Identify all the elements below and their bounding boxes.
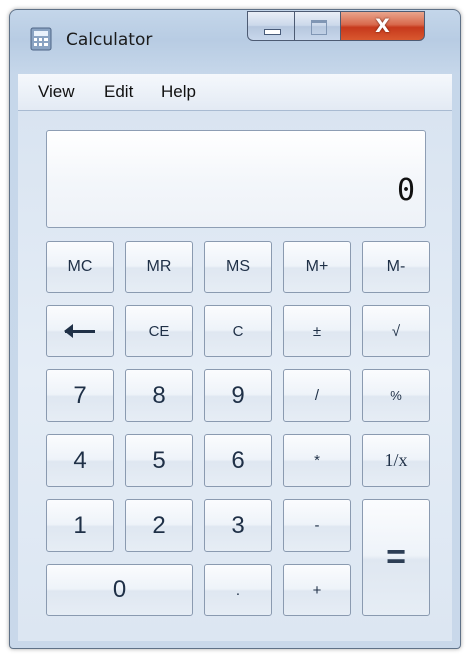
add-button[interactable]: + xyxy=(283,564,351,616)
key-label: 5 xyxy=(152,446,166,474)
digit-0-button[interactable]: 0 xyxy=(46,564,193,616)
key-label: ± xyxy=(312,322,322,340)
decimal-button[interactable]: . xyxy=(204,564,272,616)
key-label: 0 xyxy=(112,576,127,603)
window-title: Calculator xyxy=(66,30,153,50)
key-label: 4 xyxy=(73,446,87,474)
key-label: + xyxy=(312,581,322,599)
key-label: 9 xyxy=(231,381,245,409)
digit-1-button[interactable]: 1 xyxy=(46,499,114,552)
percent-button[interactable]: % xyxy=(362,369,430,422)
divide-button[interactable]: / xyxy=(283,369,351,422)
key-label: % xyxy=(390,388,402,403)
backspace-button[interactable] xyxy=(46,305,114,357)
key-label: 2 xyxy=(152,511,166,539)
digit-6-button[interactable]: 6 xyxy=(204,434,272,487)
key-label: MC xyxy=(67,258,93,275)
key-label: 3 xyxy=(231,511,245,539)
subtract-button[interactable]: - xyxy=(283,499,351,552)
digit-9-button[interactable]: 9 xyxy=(204,369,272,422)
key-label: C xyxy=(232,322,244,340)
clear-button[interactable]: C xyxy=(204,305,272,357)
result-display: 0 xyxy=(46,130,426,228)
calculator-body: 0 MC MR MS M+ M- CE C ± √ 7 8 9 / % 4 5 … xyxy=(18,111,452,641)
minimize-icon xyxy=(264,29,281,35)
key-label: M+ xyxy=(305,258,329,275)
key-label: * xyxy=(314,452,320,469)
negate-button[interactable]: ± xyxy=(283,305,351,357)
key-label: M- xyxy=(386,258,406,275)
memory-recall-button[interactable]: MR xyxy=(125,241,193,293)
key-label: . xyxy=(235,581,241,599)
clear-entry-button[interactable]: CE xyxy=(125,305,193,357)
maximize-button[interactable] xyxy=(294,11,341,41)
key-label: 8 xyxy=(152,381,166,409)
multiply-button[interactable]: * xyxy=(283,434,351,487)
memory-subtract-button[interactable]: M- xyxy=(362,241,430,293)
digit-5-button[interactable]: 5 xyxy=(125,434,193,487)
close-icon: X xyxy=(375,15,390,37)
equals-button[interactable]: = xyxy=(362,499,430,616)
display-value: 0 xyxy=(396,173,415,208)
digit-3-button[interactable]: 3 xyxy=(204,499,272,552)
key-label: MS xyxy=(226,258,250,275)
key-label: / xyxy=(314,387,320,404)
key-label: = xyxy=(386,538,406,576)
maximize-icon xyxy=(311,20,327,35)
key-label: √ xyxy=(391,322,401,340)
menu-view[interactable]: View xyxy=(38,82,75,102)
backspace-arrow-icon xyxy=(64,323,95,338)
key-label: - xyxy=(314,517,320,534)
digit-4-button[interactable]: 4 xyxy=(46,434,114,487)
memory-add-button[interactable]: M+ xyxy=(283,241,351,293)
memory-clear-button[interactable]: MC xyxy=(46,241,114,293)
digit-8-button[interactable]: 8 xyxy=(125,369,193,422)
key-label: 6 xyxy=(231,446,245,474)
key-label: 1/x xyxy=(384,450,408,470)
calculator-icon xyxy=(30,27,52,51)
key-label: CE xyxy=(148,322,170,340)
menu-edit[interactable]: Edit xyxy=(104,82,133,102)
close-button[interactable]: X xyxy=(340,11,425,41)
key-label: 1 xyxy=(73,511,87,539)
key-label: 7 xyxy=(73,381,87,409)
menu-bar: View Edit Help xyxy=(18,74,452,111)
calculator-window: Calculator X View Edit Help 0 MC MR MS M… xyxy=(9,9,461,649)
menu-help[interactable]: Help xyxy=(161,82,196,102)
minimize-button[interactable] xyxy=(247,11,295,41)
memory-store-button[interactable]: MS xyxy=(204,241,272,293)
key-label: MR xyxy=(146,258,172,275)
digit-7-button[interactable]: 7 xyxy=(46,369,114,422)
reciprocal-button[interactable]: 1/x xyxy=(362,434,430,487)
digit-2-button[interactable]: 2 xyxy=(125,499,193,552)
title-bar[interactable]: Calculator X xyxy=(10,10,460,70)
square-root-button[interactable]: √ xyxy=(362,305,430,357)
